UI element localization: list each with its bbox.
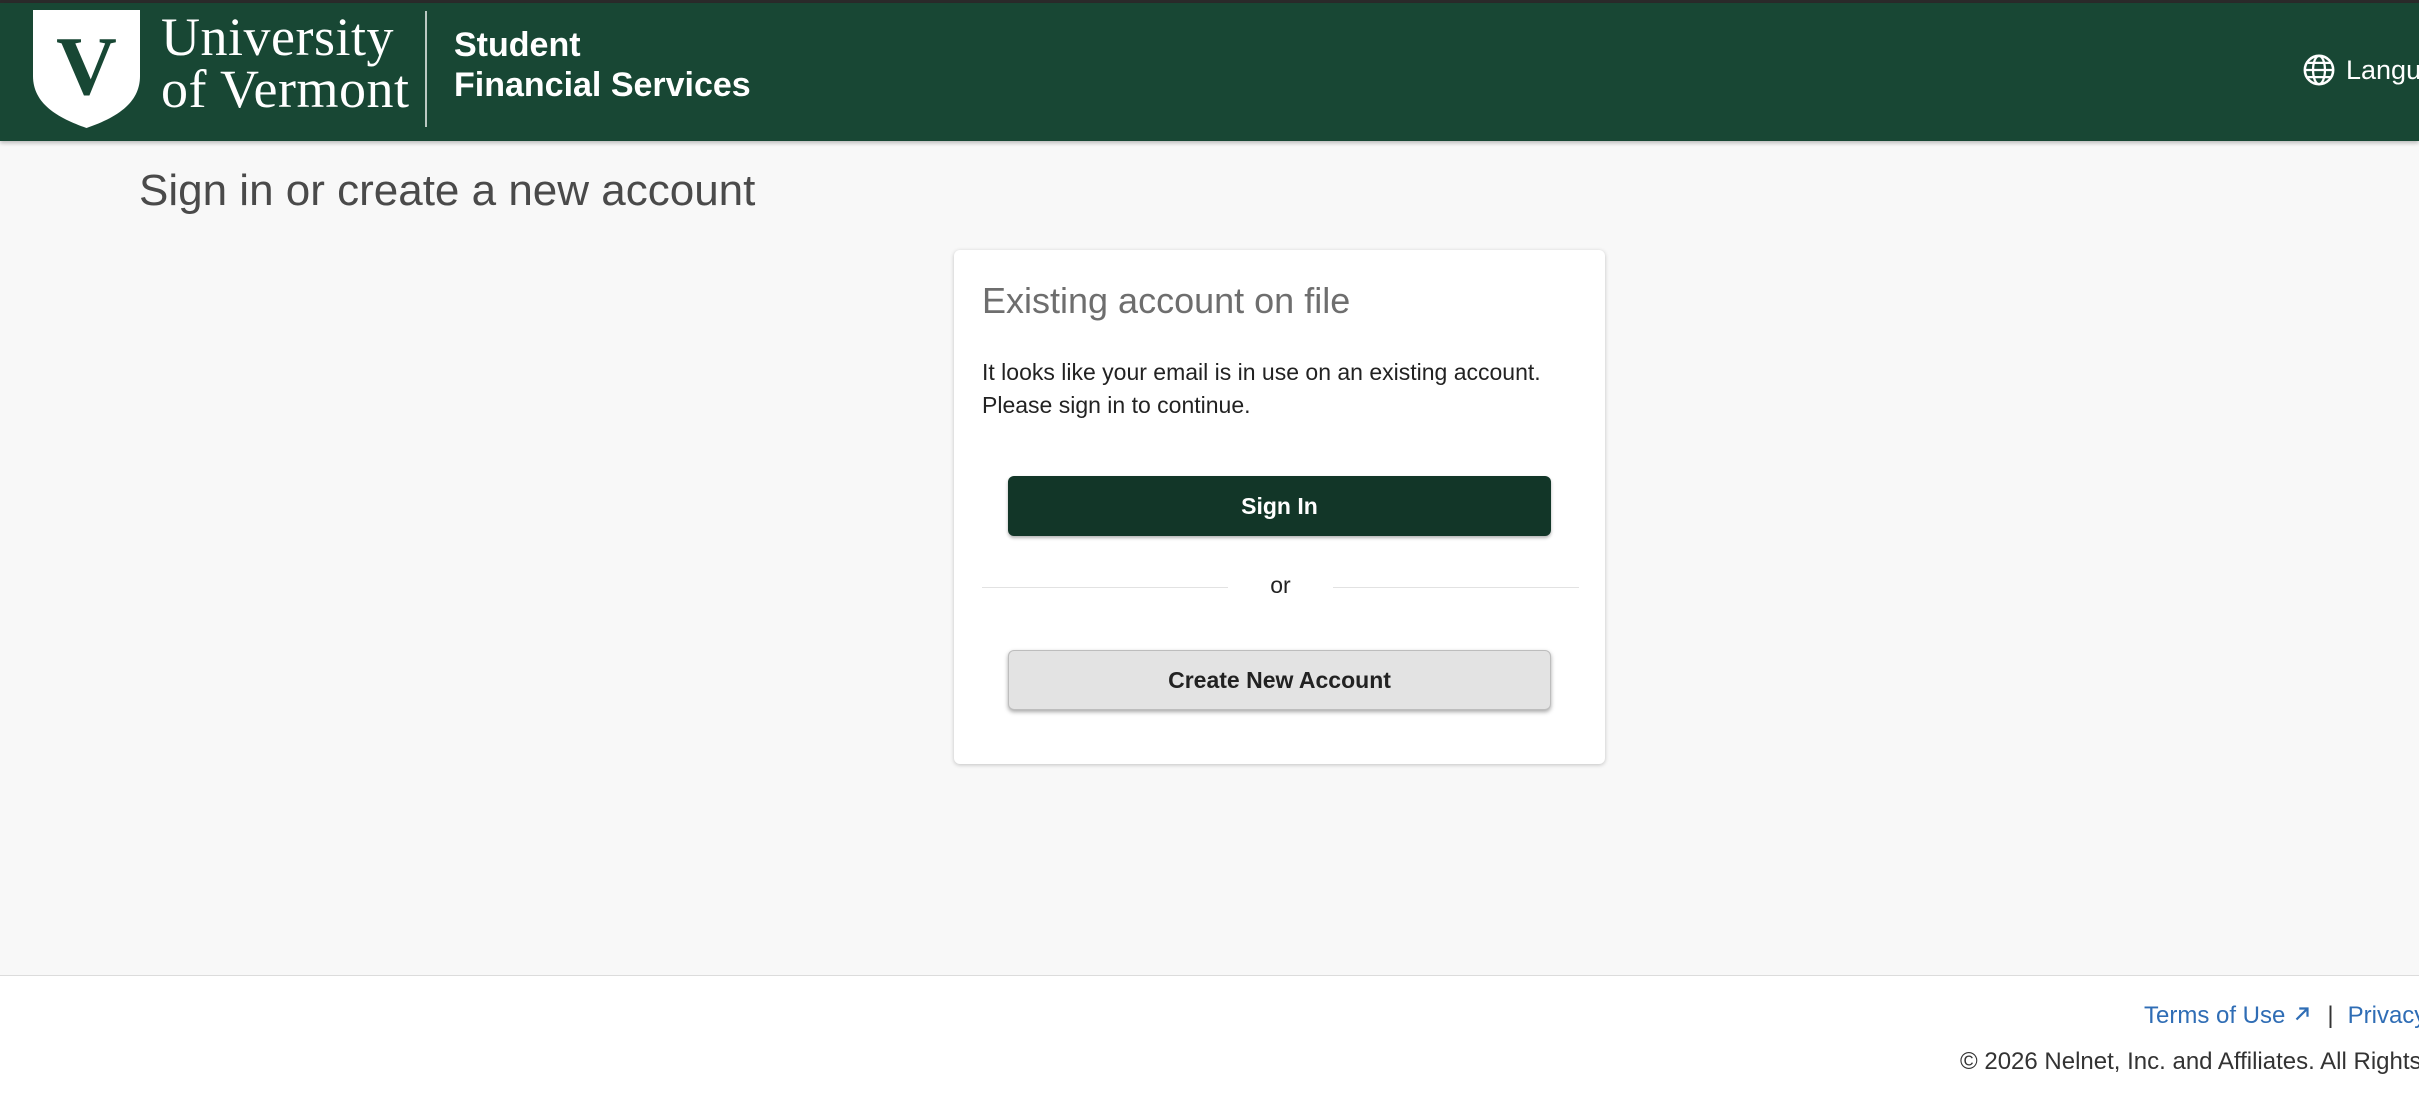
university-wordmark[interactable]: University of Vermont <box>161 7 410 119</box>
service-title-line-2: Financial Services <box>454 66 751 104</box>
divider-text: or <box>1270 572 1291 598</box>
copyright-text: © 2026 Nelnet, Inc. and Affiliates. All … <box>1960 1048 2419 1075</box>
create-new-account-button[interactable]: Create New Account <box>1008 650 1551 710</box>
privacy-policy-link[interactable]: Privacy Policy <box>2348 1002 2419 1029</box>
site-header: V University of Vermont Student Financia… <box>0 3 2419 141</box>
wordmark-line-1: University <box>161 7 394 67</box>
language-label: Language <box>2346 54 2419 85</box>
language-selector[interactable]: Language <box>2302 53 2419 87</box>
globe-icon <box>2303 54 2335 86</box>
header-divider <box>425 11 427 127</box>
existing-account-card: Existing account on file It looks like y… <box>954 250 1605 764</box>
sign-in-button[interactable]: Sign In <box>1008 476 1551 536</box>
terms-of-use-label: Terms of Use <box>2144 1002 2286 1029</box>
card-message-line-2: Please sign in to continue. <box>982 392 1251 418</box>
external-link-icon <box>2296 1007 2309 1021</box>
terms-of-use-link[interactable]: Terms of Use <box>2144 1002 2313 1029</box>
wordmark-line-2: of Vermont <box>161 59 410 119</box>
footer-separator: | <box>2327 1002 2334 1029</box>
divider-line-right <box>1333 587 1579 588</box>
uvm-shield-logo[interactable]: V <box>31 8 142 130</box>
card-message: It looks like your email is in use on an… <box>982 356 1582 422</box>
or-divider: or <box>982 572 1579 602</box>
site-footer: Terms of Use | Privacy Policy © 2026 Nelne… <box>0 975 2419 1096</box>
card-message-line-1: It looks like your email is in use on an… <box>982 359 1541 385</box>
footer-links: Terms of Use | Privacy Policy <box>2144 1002 2419 1030</box>
page-title: Sign in or create a new account <box>139 166 756 215</box>
card-title: Existing account on file <box>982 280 1351 321</box>
shield-letter: V <box>56 20 117 113</box>
service-title-line-1: Student <box>454 26 581 64</box>
service-title: Student Financial Services <box>454 25 751 105</box>
